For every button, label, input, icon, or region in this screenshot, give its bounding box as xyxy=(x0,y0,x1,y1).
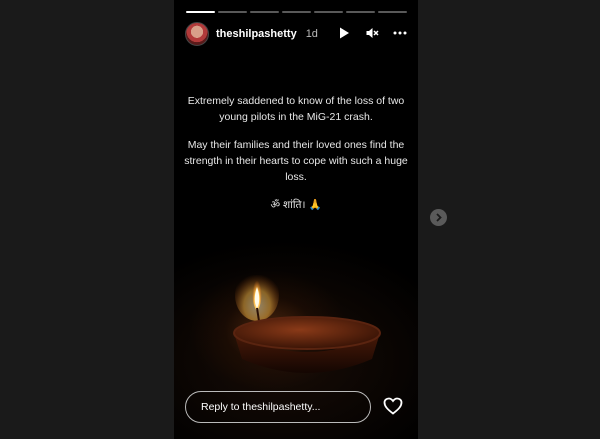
progress-segment xyxy=(250,11,279,13)
muted-speaker-icon[interactable] xyxy=(365,26,379,40)
story-progress-bar xyxy=(186,11,407,13)
diya-lamp-image xyxy=(233,275,381,373)
caption-paragraph: May their families and their loved ones … xyxy=(184,139,408,183)
story-caption: Extremely saddened to know of the loss o… xyxy=(184,93,408,225)
story-header: theshilpashetty 1d xyxy=(185,22,407,46)
caption-paragraph: ॐ शांति। 🙏 xyxy=(270,199,322,211)
story-controls xyxy=(337,26,407,40)
avatar[interactable] xyxy=(185,22,209,46)
caption-paragraph: Extremely saddened to know of the loss o… xyxy=(187,95,405,123)
play-icon[interactable] xyxy=(337,26,351,40)
progress-segment xyxy=(314,11,343,13)
progress-segment xyxy=(282,11,311,13)
chevron-right-icon xyxy=(436,213,442,222)
next-story-button[interactable] xyxy=(430,209,447,226)
reply-input[interactable]: Reply to theshilpashetty... xyxy=(185,391,371,423)
more-options-icon[interactable] xyxy=(393,26,407,40)
heart-icon[interactable] xyxy=(383,397,403,415)
story-viewer: theshilpashetty 1d Extremely saddened to… xyxy=(174,0,418,439)
progress-segment xyxy=(186,11,215,13)
username-link[interactable]: theshilpashetty xyxy=(216,28,297,40)
progress-segment xyxy=(346,11,375,13)
progress-segment xyxy=(218,11,247,13)
post-time: 1d xyxy=(305,28,318,40)
progress-segment xyxy=(378,11,407,13)
